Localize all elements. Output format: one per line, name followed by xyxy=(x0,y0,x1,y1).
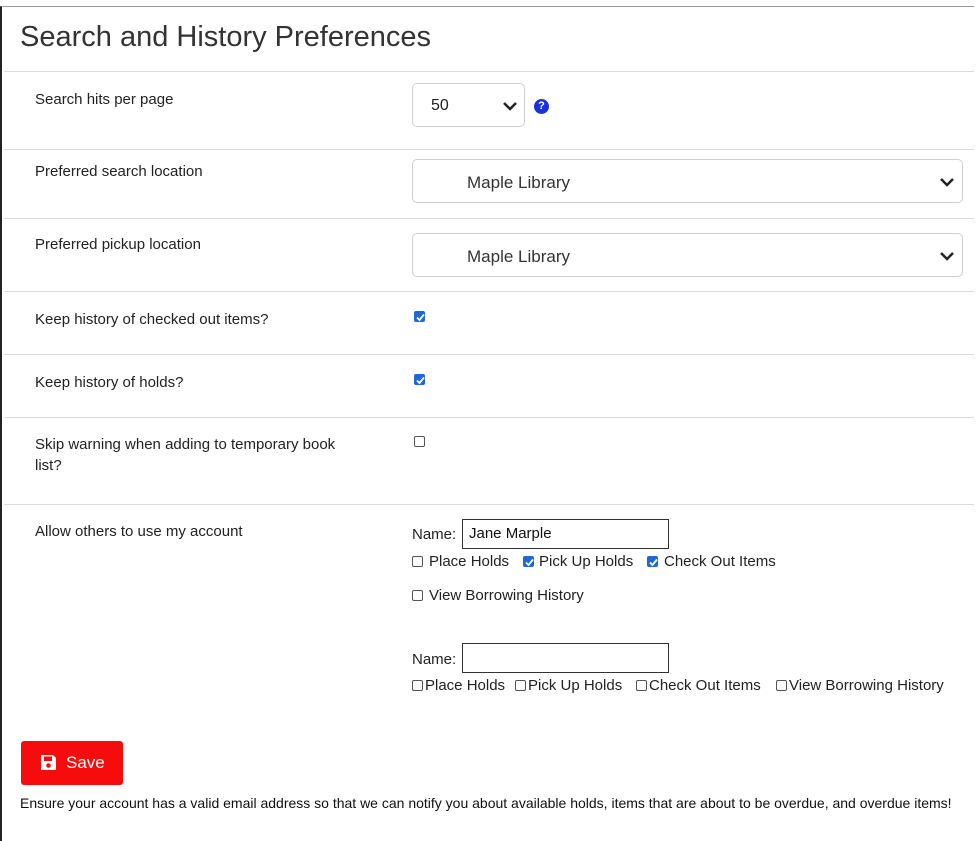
proxy-name-input[interactable] xyxy=(462,643,669,673)
save-button-label: Save xyxy=(66,753,105,772)
proxy-pick-up-holds-checkbox[interactable] xyxy=(523,556,534,567)
skip-warning-label-line2: list? xyxy=(35,457,62,474)
proxy-place-holds-label: Place Holds xyxy=(429,553,510,570)
divider xyxy=(4,291,974,292)
chevron-down-icon xyxy=(940,178,954,187)
search-location-value: Maple Library xyxy=(467,173,570,192)
proxy-view-history-checkbox[interactable] xyxy=(412,590,423,601)
proxy-check-out-items-checkbox[interactable] xyxy=(647,556,658,567)
keep-holds-history-label: Keep history of holds? xyxy=(35,374,184,391)
checkmark-icon xyxy=(649,558,658,567)
proxy-place-holds-checkbox[interactable] xyxy=(412,556,423,567)
proxy-pick-up-holds-label: Pick Up Holds xyxy=(539,553,634,570)
keep-checkout-history-label: Keep history of checked out items? xyxy=(35,311,269,328)
skip-warning-checkbox[interactable] xyxy=(414,436,425,447)
proxy-pick-up-holds-label: Pick Up Holds xyxy=(528,677,623,694)
checkmark-icon xyxy=(416,376,425,385)
save-button[interactable]: Save xyxy=(21,741,123,785)
hits-per-page-select[interactable]: 50 xyxy=(412,83,525,127)
proxy-place-holds-label: Place Holds xyxy=(425,677,506,694)
hits-per-page-label: Search hits per page xyxy=(35,91,174,108)
keep-holds-history-checkbox[interactable] xyxy=(414,374,425,385)
proxy-check-out-items-label: Check Out Items xyxy=(649,677,761,694)
pickup-location-value: Maple Library xyxy=(467,247,570,266)
keep-checkout-history-checkbox[interactable] xyxy=(414,311,425,322)
proxy-place-holds-checkbox[interactable] xyxy=(412,680,423,691)
proxy-check-out-items-checkbox[interactable] xyxy=(636,680,647,691)
divider xyxy=(4,149,974,150)
floppy-disk-icon xyxy=(41,755,56,770)
proxy-check-out-items-label: Check Out Items xyxy=(664,553,776,570)
skip-warning-label-line1: Skip warning when adding to temporary bo… xyxy=(35,436,336,453)
search-location-label: Preferred search location xyxy=(35,163,203,180)
email-notice: Ensure your account has a valid email ad… xyxy=(20,795,952,811)
proxy-view-history-label: View Borrowing History xyxy=(789,677,944,694)
preferences-panel: Search and History Preferences Search hi… xyxy=(0,6,974,841)
divider xyxy=(4,417,974,418)
proxy-view-history-checkbox[interactable] xyxy=(776,680,787,691)
allow-others-label: Allow others to use my account xyxy=(35,523,243,540)
page-title: Search and History Preferences xyxy=(20,21,432,53)
divider xyxy=(4,218,974,219)
checkmark-icon xyxy=(525,558,534,567)
divider xyxy=(4,71,974,72)
divider xyxy=(4,354,974,355)
search-location-select[interactable]: Maple Library xyxy=(412,159,963,203)
chevron-down-icon xyxy=(503,102,517,111)
question-circle-icon[interactable]: ? xyxy=(534,99,549,114)
divider xyxy=(4,504,974,505)
proxy-pick-up-holds-checkbox[interactable] xyxy=(515,680,526,691)
proxy-view-history-label: View Borrowing History xyxy=(429,587,584,604)
proxy-name-input[interactable]: Jane Marple xyxy=(462,519,669,549)
proxy-name-label: Name: xyxy=(412,526,457,543)
checkmark-icon xyxy=(416,313,425,322)
chevron-down-icon xyxy=(940,252,954,261)
pickup-location-select[interactable]: Maple Library xyxy=(412,233,963,277)
pickup-location-label: Preferred pickup location xyxy=(35,236,201,253)
proxy-name-label: Name: xyxy=(412,651,457,668)
hits-per-page-value: 50 xyxy=(431,97,449,114)
